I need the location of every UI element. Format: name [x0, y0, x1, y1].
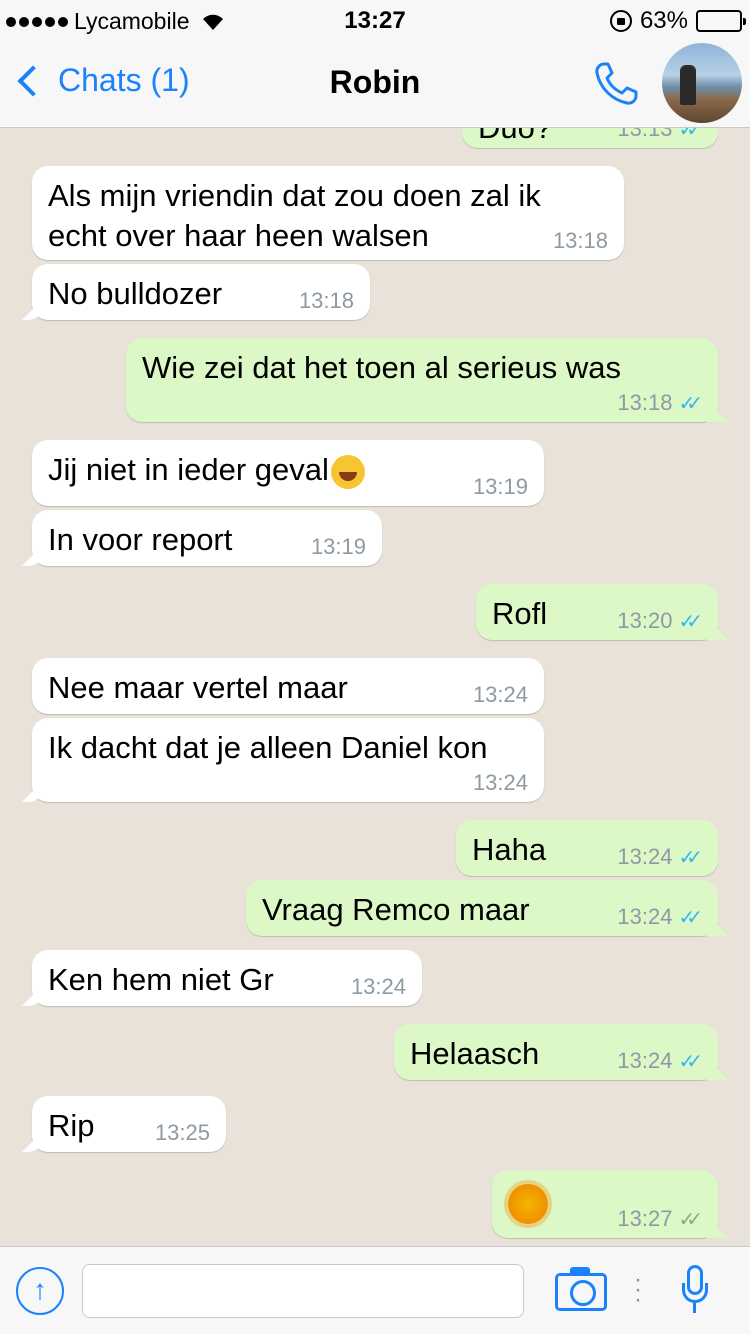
message-bubble[interactable]: Vraag Remco maar 13:24 ✓✓ — [246, 880, 718, 936]
message-meta: 13:18 ✓✓ — [617, 390, 702, 416]
message-bubble[interactable]: Ken hem niet Gr 13:24 — [32, 950, 422, 1006]
message-text-body: Jij niet in ieder geval — [48, 452, 329, 487]
message-text: In voor report — [48, 522, 233, 557]
message-meta: 13:19 — [473, 474, 528, 500]
message-text: Vraag Remco maar — [262, 892, 530, 927]
input-bar: ↑ · · · — [0, 1246, 750, 1334]
message-text-line: echt over haar heen walsen — [48, 218, 429, 253]
nav-bar: Chats (1) Robin — [0, 40, 750, 128]
message-bubble[interactable]: Wie zei dat het toen al serieus was 13:1… — [126, 338, 718, 422]
message-bubble[interactable]: No bulldozer 13:18 — [32, 264, 370, 320]
message-meta: 13:25 — [155, 1120, 210, 1146]
message-meta: 13:24 — [351, 974, 406, 1000]
message-text-line: Als mijn vriendin dat zou doen zal ik — [48, 178, 541, 213]
message-bubble[interactable]: Als mijn vriendin dat zou doen zal ik ec… — [32, 166, 624, 260]
message-meta: 13:24 ✓✓ — [617, 904, 702, 930]
message-text: Rofl — [492, 596, 548, 631]
message-meta: 13:24 — [473, 682, 528, 708]
message-bubble[interactable]: Duo? 13:13 ✓✓ — [462, 128, 718, 148]
message-bubble[interactable]: In voor report 13:19 — [32, 510, 382, 566]
message-bubble[interactable]: Haha 13:24 ✓✓ — [456, 820, 718, 876]
message-time: 13:19 — [472, 474, 528, 499]
chat-area[interactable]: Duo? 13:13 ✓✓ Als mijn vriendin dat zou … — [0, 128, 750, 1246]
message-meta: 13:24 ✓✓ — [617, 844, 702, 870]
back-button[interactable]: Chats (1) — [14, 62, 190, 99]
message-text: Helaasch — [410, 1036, 540, 1071]
status-right: 63% — [609, 7, 746, 35]
message-time: 13:18 — [552, 228, 608, 253]
delivered-receipt-icon: ✓✓ — [678, 1208, 702, 1231]
read-receipt-icon: ✓✓ — [678, 392, 702, 415]
message-time: 13:18 — [617, 390, 673, 415]
battery-percent: 63% — [639, 7, 688, 34]
rotation-lock-icon — [609, 10, 632, 32]
message-time: 13:13 — [617, 128, 673, 141]
mic-stand — [682, 1283, 708, 1303]
avatar-person — [680, 65, 696, 105]
message-meta: 13:27 ✓✓ — [617, 1206, 702, 1232]
contact-avatar[interactable] — [662, 43, 742, 123]
message-time: 13:25 — [154, 1120, 210, 1145]
message-bubble[interactable]: 13:27 ✓✓ — [492, 1170, 718, 1238]
message-text: No bulldozer — [48, 276, 223, 311]
status-bar: Lycamobile 13:27 63% — [0, 0, 750, 40]
message-text: Ken hem niet Gr — [48, 962, 274, 997]
message-time: 13:24 — [350, 974, 406, 999]
read-receipt-icon: ✓✓ — [678, 1050, 702, 1073]
message-input[interactable] — [82, 1264, 524, 1318]
message-bubble[interactable]: Rofl 13:20 ✓✓ — [476, 584, 718, 640]
message-bubble[interactable]: Nee maar vertel maar 13:24 — [32, 658, 544, 714]
message-meta: 13:24 ✓✓ — [617, 1048, 702, 1074]
mic-leg — [693, 1303, 696, 1313]
phone-icon[interactable] — [590, 58, 642, 110]
chevron-left-icon — [17, 64, 49, 97]
message-time: 13:24 — [617, 844, 673, 869]
message-bubble[interactable]: Ik dacht dat je alleen Daniel kon 13:24 — [32, 718, 544, 802]
sun-emoji-icon — [508, 1184, 548, 1224]
read-receipt-icon: ✓✓ — [678, 846, 702, 869]
message-text: Ik dacht dat je alleen Daniel kon — [48, 730, 488, 765]
message-bubble[interactable]: Rip 13:25 — [32, 1096, 226, 1152]
message-time: 13:24 — [472, 770, 528, 795]
message-text: Duo? — [478, 128, 552, 148]
read-receipt-icon: ✓✓ — [678, 610, 702, 633]
message-meta: 13:13 ✓✓ — [617, 128, 702, 142]
message-time: 13:24 — [617, 1048, 673, 1073]
read-receipt-icon: ✓✓ — [678, 128, 702, 141]
message-text: Nee maar vertel maar — [48, 670, 348, 705]
separator-dots: · · · — [634, 1266, 642, 1313]
message-time: 13:27 — [617, 1206, 673, 1231]
message-bubble[interactable]: Helaasch 13:24 ✓✓ — [394, 1024, 718, 1080]
message-meta: 13:24 — [473, 770, 528, 796]
message-text: Rip — [48, 1108, 95, 1143]
message-time: 13:24 — [472, 682, 528, 707]
message-meta: 13:19 — [311, 534, 366, 560]
battery-icon — [696, 10, 746, 32]
message-text: Jij niet in ieder geval — [48, 450, 365, 490]
message-meta: 13:18 — [553, 228, 608, 254]
message-bubble[interactable]: Jij niet in ieder geval 13:19 — [32, 440, 544, 506]
message-text: Als mijn vriendin dat zou doen zal ik ec… — [48, 176, 541, 256]
camera-icon[interactable] — [555, 1267, 607, 1311]
message-time: 13:19 — [310, 534, 366, 559]
message-text: Wie zei dat het toen al serieus was — [142, 350, 622, 385]
laughing-emoji-icon — [330, 454, 365, 489]
message-meta: 13:20 ✓✓ — [617, 608, 702, 634]
message-time: 13:18 — [298, 288, 354, 313]
microphone-icon[interactable] — [680, 1265, 710, 1321]
share-upload-button[interactable]: ↑ — [16, 1267, 64, 1315]
message-meta: 13:18 — [299, 288, 354, 314]
read-receipt-icon: ✓✓ — [678, 906, 702, 929]
message-text: Haha — [472, 832, 547, 867]
back-button-label: Chats (1) — [58, 62, 190, 98]
message-time: 13:20 — [617, 608, 673, 633]
message-time: 13:24 — [617, 904, 673, 929]
